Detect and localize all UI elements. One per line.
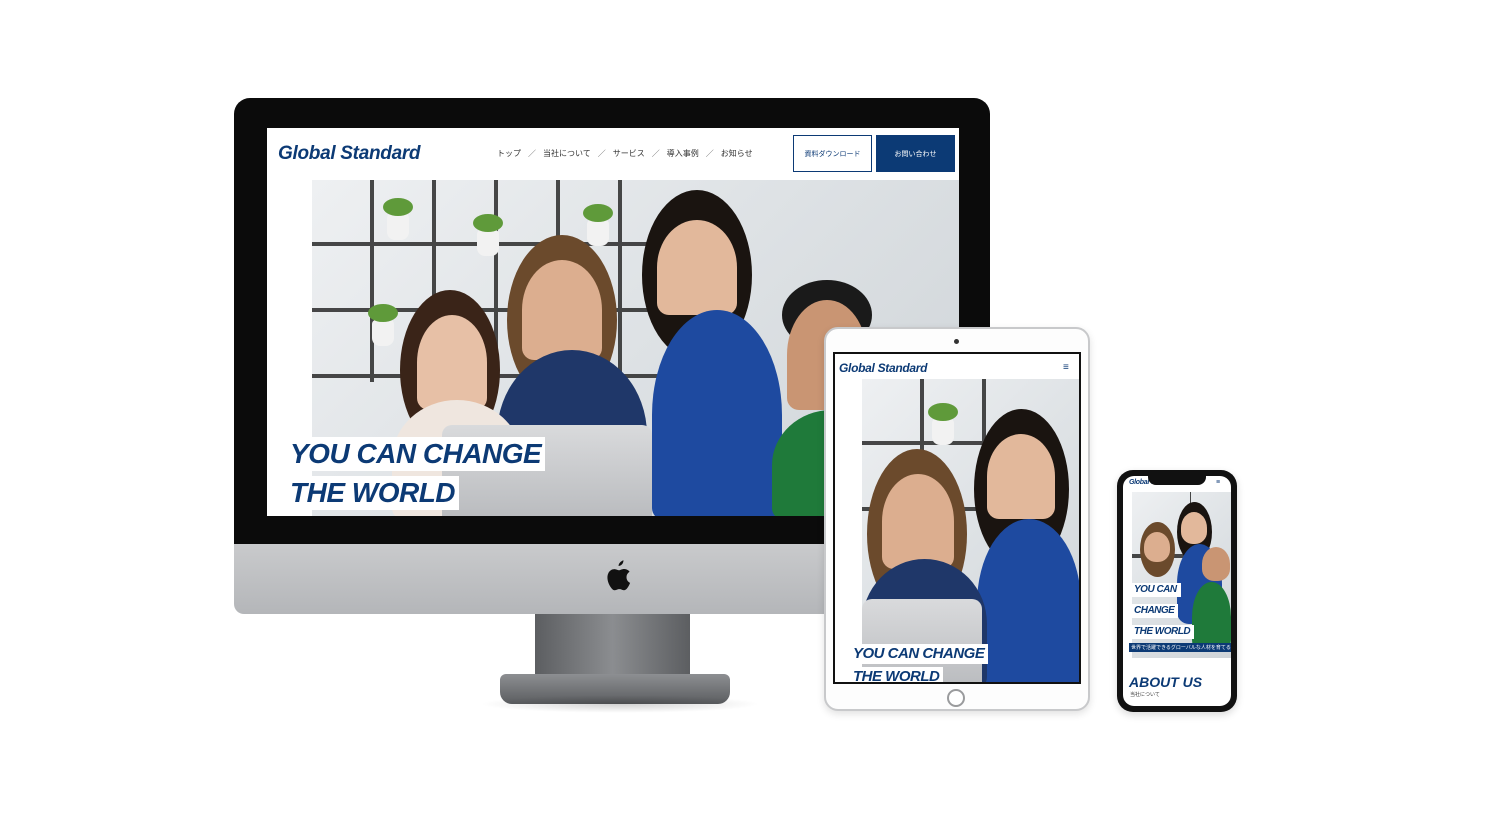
person-face (1181, 512, 1207, 544)
plant-pot (583, 204, 613, 246)
imac-shadow (480, 695, 760, 713)
person-face (987, 434, 1055, 519)
hero-title-line-2: CHANGE (1130, 604, 1179, 618)
contact-button[interactable]: お問い合わせ (876, 135, 955, 172)
nav-separator: ／ (651, 149, 660, 158)
person-face (417, 315, 487, 410)
plant-pot (928, 403, 958, 445)
nav-separator: ／ (597, 149, 606, 158)
plant-pot (368, 304, 398, 346)
person-face (522, 260, 602, 360)
nav-item-service[interactable]: サービス (613, 148, 645, 159)
hero-title-line-2: THE WORLD (849, 667, 944, 682)
person-face (1144, 532, 1170, 562)
hero-title-line-1: YOU CAN (1130, 583, 1181, 597)
person-face (1202, 547, 1230, 581)
person-body (1192, 582, 1231, 652)
site-header: Global Standard トップ ／ 当社について ／ サービス ／ 導入… (267, 128, 959, 180)
plant-pot (383, 198, 413, 240)
plant-pot (473, 214, 503, 256)
person-face (882, 474, 954, 569)
hero-tagline: 世界で活躍できるグローバルな人材を育てる (1129, 643, 1231, 652)
nav-item-about[interactable]: 当社について (543, 148, 591, 159)
about-subtitle: 当社について (1130, 692, 1160, 698)
nav-separator: ／ (528, 149, 536, 158)
nav-item-cases[interactable]: 導入事例 (667, 148, 699, 159)
nav-item-top[interactable]: トップ (497, 148, 521, 159)
hero-title-line-3: THE WORLD (1130, 625, 1195, 639)
hero-title-line-2: THE WORLD (286, 476, 460, 510)
hero-title-line-1: YOU CAN CHANGE (849, 644, 989, 664)
nav-separator: ／ (705, 149, 714, 158)
nav-item-news[interactable]: お知らせ (721, 148, 753, 159)
person-face (657, 220, 737, 315)
site-logo[interactable]: Global Standard (839, 361, 927, 375)
person-body (977, 519, 1079, 682)
ipad-screen: Global Standard ≡ YOU CAN CHANGE THE WOR… (833, 352, 1081, 684)
site-logo[interactable]: Global Standard (278, 143, 421, 165)
apple-logo-icon (607, 560, 631, 591)
iphone-notch (1148, 474, 1206, 485)
hero-title-line-1: YOU CAN CHANGE (286, 437, 546, 471)
hamburger-menu-icon[interactable]: ≡ (1216, 479, 1220, 486)
about-title: ABOUT US (1129, 674, 1203, 690)
imac-stand-neck (535, 614, 690, 676)
hamburger-menu-icon[interactable]: ≡ (1063, 362, 1069, 373)
ipad-home-button (947, 689, 965, 707)
main-nav: トップ ／ 当社について ／ サービス ／ 導入事例 ／ お知らせ (497, 148, 753, 159)
download-button[interactable]: 資料ダウンロード (793, 135, 872, 172)
person-body (652, 310, 782, 516)
ipad-camera (954, 339, 959, 344)
iphone-screen: Global Standard ≡ YOU CAN CHANGE THE WOR… (1123, 476, 1231, 706)
hero-photo (862, 379, 1079, 682)
